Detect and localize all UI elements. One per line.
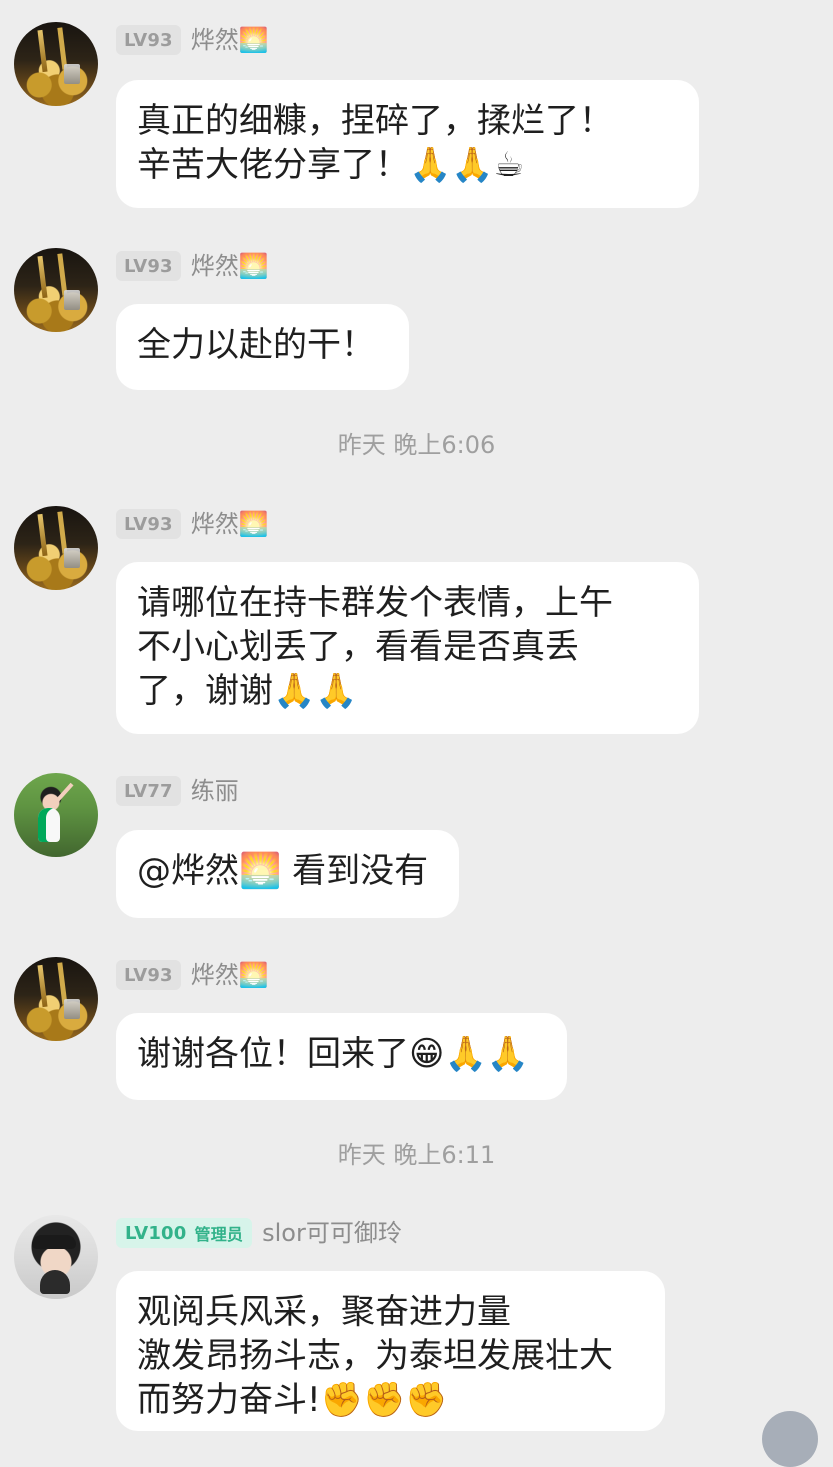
- message-meta: LV77 练丽: [116, 774, 239, 808]
- user-avatar[interactable]: [14, 1215, 98, 1299]
- user-avatar[interactable]: [14, 773, 98, 857]
- message-item: LV77 练丽 @烨然🌅 看到没有: [0, 773, 833, 919]
- message-item: LV93 烨然🌅 谢谢各位！回来了😁🙏🙏: [0, 957, 833, 1103]
- timestamp: 昨天 晚上6:11: [337, 1141, 496, 1169]
- sender-name: 烨然🌅: [190, 961, 269, 989]
- message-item: LV93 烨然🌅 请哪位在持卡群发个表情，上午 不小心划丢了，看看是否真丢 了，…: [0, 506, 833, 736]
- message-bubble: 谢谢各位！回来了😁🙏🙏: [116, 1013, 567, 1100]
- message-meta: LV93 烨然🌅: [116, 23, 269, 57]
- message-item: LV93 烨然🌅 全力以赴的干！: [0, 248, 833, 394]
- sender-name: 烨然🌅: [190, 252, 269, 280]
- sender-name: 练丽: [190, 777, 239, 805]
- sender-name: slor可可御玲: [262, 1219, 402, 1247]
- timestamp: 昨天 晚上6:06: [337, 431, 496, 459]
- level-badge-text: LV100: [125, 1222, 187, 1244]
- user-avatar[interactable]: [14, 957, 98, 1041]
- user-avatar[interactable]: [14, 506, 98, 590]
- message-item: LV93 烨然🌅 真正的细糠，捏碎了，揉烂了！ 辛苦大佬分享了！🙏🙏☕: [0, 22, 833, 212]
- message-meta: LV93 烨然🌅: [116, 249, 269, 283]
- scroll-button[interactable]: [762, 1411, 818, 1467]
- message-meta: LV100 管理员 slor可可御玲: [116, 1216, 402, 1250]
- sender-name: 烨然🌅: [190, 510, 269, 538]
- chat-screen: LV93 烨然🌅 真正的细糠，捏碎了，揉烂了！ 辛苦大佬分享了！🙏🙏☕ LV93…: [0, 0, 833, 1467]
- user-avatar[interactable]: [14, 22, 98, 106]
- message-item: LV100 管理员 slor可可御玲 观阅兵风采，聚奋进力量 激发昂扬斗志，为泰…: [0, 1215, 833, 1431]
- message-bubble: 观阅兵风采，聚奋进力量 激发昂扬斗志，为泰坦发展壮大 而努力奋斗!✊✊✊: [116, 1271, 665, 1431]
- sender-name: 烨然🌅: [190, 26, 269, 54]
- message-meta: LV93 烨然🌅: [116, 507, 269, 541]
- message-meta: LV93 烨然🌅: [116, 958, 269, 992]
- user-avatar[interactable]: [14, 248, 98, 332]
- message-bubble: @烨然🌅 看到没有: [116, 830, 459, 918]
- message-bubble: 请哪位在持卡群发个表情，上午 不小心划丢了，看看是否真丢 了，谢谢🙏🙏: [116, 562, 699, 734]
- message-bubble: 真正的细糠，捏碎了，揉烂了！ 辛苦大佬分享了！🙏🙏☕: [116, 80, 699, 208]
- admin-level-badge: LV100 管理员: [116, 1218, 253, 1248]
- level-badge: LV93: [116, 25, 181, 55]
- level-badge: LV93: [116, 960, 181, 990]
- admin-role-label: 管理员: [194, 1225, 244, 1244]
- level-badge: LV77: [116, 776, 181, 806]
- level-badge: LV93: [116, 251, 181, 281]
- message-bubble: 全力以赴的干！: [116, 304, 409, 390]
- level-badge: LV93: [116, 509, 181, 539]
